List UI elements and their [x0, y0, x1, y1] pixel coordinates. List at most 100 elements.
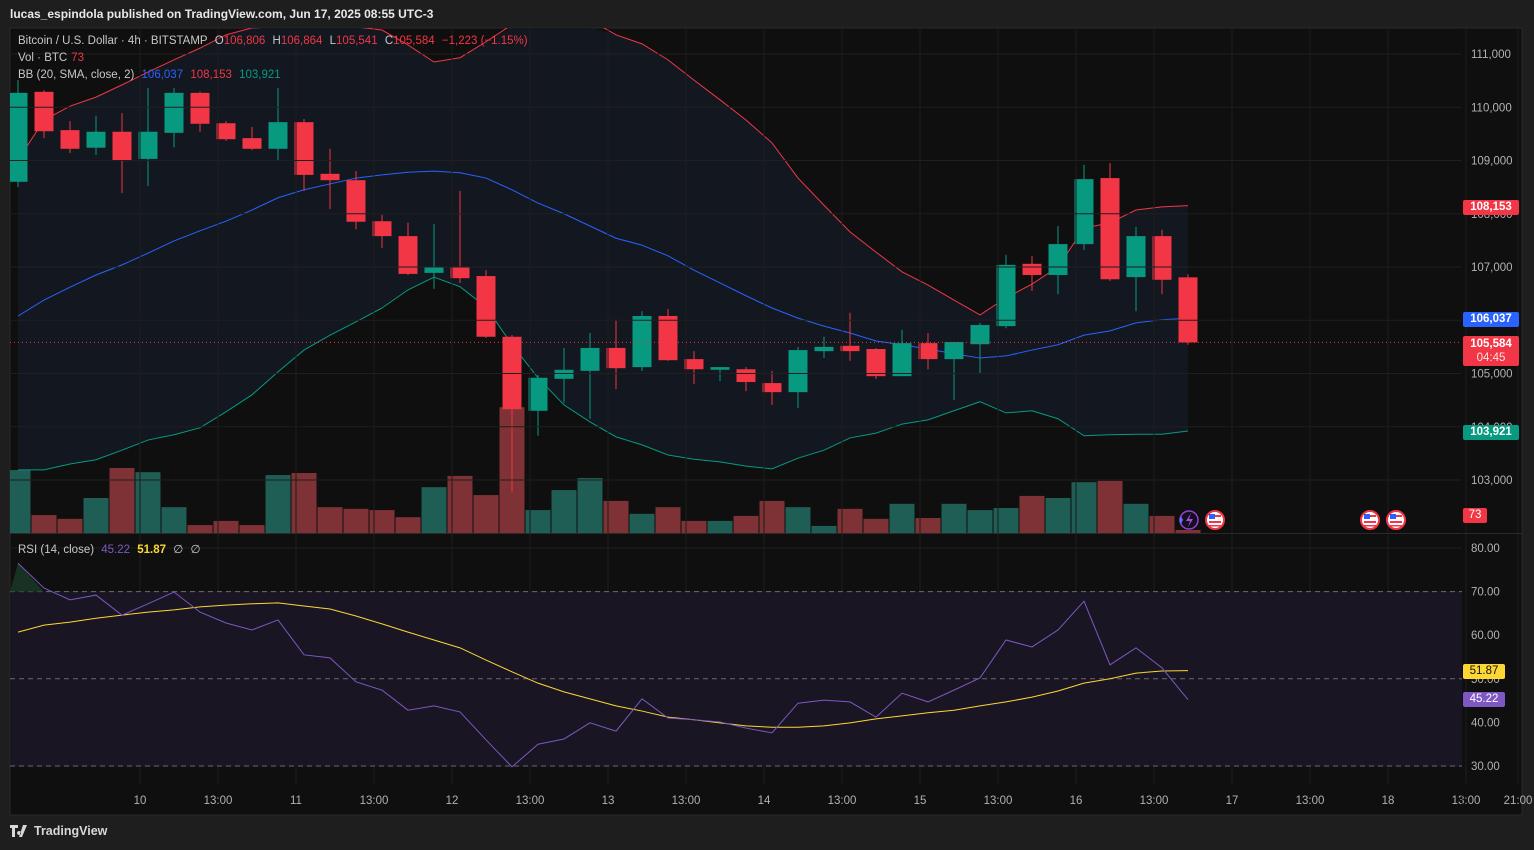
volume-bar	[915, 518, 941, 533]
volume-bar	[395, 517, 421, 533]
time-tick-label: 13:00	[1296, 795, 1325, 807]
volume-bar	[655, 507, 681, 533]
flag-stripe	[1209, 521, 1221, 523]
volume-bar	[837, 508, 863, 533]
candle-body	[138, 131, 158, 159]
flag-stripe	[1396, 515, 1402, 517]
bb-lower-price-tag: 103,921	[1463, 425, 1519, 440]
bb-mid-price-tag: 106,037	[1463, 312, 1519, 327]
candle-body	[424, 267, 444, 273]
volume-bar	[187, 525, 213, 533]
volume-legend[interactable]: Vol · BTC 73	[18, 52, 88, 64]
candle-body	[476, 276, 496, 337]
chart-canvas[interactable]: 111,000110,000109,000108,000107,000106,0…	[0, 0, 1534, 850]
high-label: H	[272, 35, 281, 47]
symbol-title[interactable]: Bitcoin / U.S. Dollar · 4h · BITSTAMP	[18, 35, 208, 47]
time-tick-label: 13:00	[828, 795, 857, 807]
candle-body	[86, 131, 106, 148]
volume-bar	[135, 472, 161, 533]
us-flag-event-icon[interactable]	[1205, 510, 1225, 530]
candle-body	[190, 92, 210, 124]
low-value: 105,541	[336, 35, 378, 47]
price-tick-label: 111,000	[1471, 49, 1511, 61]
volume-bar	[577, 478, 603, 533]
volume-bar	[1019, 495, 1045, 533]
volume-tag: 73	[1463, 508, 1487, 523]
time-tick-label: 14	[758, 795, 771, 807]
volume-bar	[603, 500, 629, 533]
time-tick-label: 10	[134, 795, 147, 807]
volume-bar	[525, 510, 551, 533]
symbol-legend: Bitcoin / U.S. Dollar · 4h · BITSTAMP O1…	[18, 35, 532, 47]
rsi-tick-label: 70.00	[1471, 587, 1500, 599]
rsi-tick-label: 80.00	[1471, 543, 1500, 555]
last-price: 105,584	[1470, 338, 1512, 350]
flag-stripe	[1390, 521, 1402, 523]
volume-bar	[733, 515, 759, 533]
volume-bar	[1175, 529, 1201, 533]
volume-bar	[213, 520, 239, 533]
candle-body	[554, 369, 574, 379]
tradingview-logo-icon	[10, 825, 27, 837]
volume-bar	[551, 490, 577, 533]
candle-body	[528, 377, 548, 411]
brand-name: TradingView	[34, 824, 108, 838]
candle-body	[762, 383, 782, 393]
open-value: 106,806	[223, 35, 266, 47]
time-tick-label: 15	[914, 795, 927, 807]
tradingview-logo[interactable]: TradingView	[10, 824, 107, 838]
candle-body	[450, 267, 470, 279]
volume-bar	[369, 510, 395, 533]
candle-body	[242, 138, 262, 149]
open-label: O	[214, 35, 224, 47]
rsi-tick-label: 60.00	[1471, 630, 1500, 642]
volume-bar	[1071, 482, 1097, 533]
rsi-legend[interactable]: RSI (14, close) 45.22 51.87 ∅ ∅	[18, 542, 205, 556]
price-tick-label: 107,000	[1471, 262, 1513, 274]
time-tick-label: 13:00	[360, 795, 389, 807]
flag-canton	[1364, 514, 1370, 519]
volume-bar	[941, 503, 967, 533]
volume-bar	[967, 510, 993, 533]
price-tick-label: 103,000	[1471, 475, 1513, 487]
candle-body	[892, 343, 912, 377]
volume-bar	[863, 518, 889, 533]
candle-body	[918, 343, 938, 360]
volume-bar	[1123, 503, 1149, 533]
volume-value: 73	[71, 52, 85, 64]
volume-bar	[707, 520, 733, 533]
candle-body	[996, 264, 1016, 327]
time-tick-label: 13:00	[516, 795, 545, 807]
candle-body	[658, 315, 678, 361]
volume-bar	[759, 500, 785, 533]
lightning-event-icon[interactable]	[1179, 510, 1199, 530]
candle-body	[632, 315, 652, 368]
us-flag-event-icon[interactable]	[1360, 510, 1380, 530]
volume-bar	[785, 507, 811, 533]
candle-body	[736, 369, 756, 383]
volume-bar	[421, 487, 447, 533]
bb-mid-value: 106,037	[141, 69, 184, 81]
volume-bar	[681, 520, 707, 533]
candle-body	[1100, 178, 1120, 280]
rsi-tick-label: 30.00	[1471, 761, 1500, 773]
volume-bar	[343, 508, 369, 533]
bb-lower-value: 103,921	[239, 69, 281, 81]
volume-bar	[993, 508, 1019, 533]
bar-countdown: 04:45	[1476, 352, 1506, 364]
volume-bar	[629, 513, 655, 533]
last-price-tag: 105,584 04:45	[1463, 336, 1519, 366]
candle-body	[294, 122, 314, 175]
volume-bar	[83, 498, 109, 533]
rsi-ma-value: 51.87	[137, 544, 167, 556]
time-tick-label: 18	[1382, 795, 1395, 807]
us-flag-event-icon[interactable]	[1386, 510, 1406, 530]
price-tick-label: 110,000	[1471, 102, 1512, 114]
bb-label: BB (20, SMA, close, 2)	[18, 69, 135, 81]
candle-body	[710, 367, 730, 370]
close-label: C	[384, 35, 394, 47]
candle-body	[970, 325, 990, 345]
bb-legend[interactable]: BB (20, SMA, close, 2) 106,037 108,153 1…	[18, 69, 285, 81]
volume-bar	[31, 515, 57, 533]
high-value: 106,864	[280, 35, 323, 47]
